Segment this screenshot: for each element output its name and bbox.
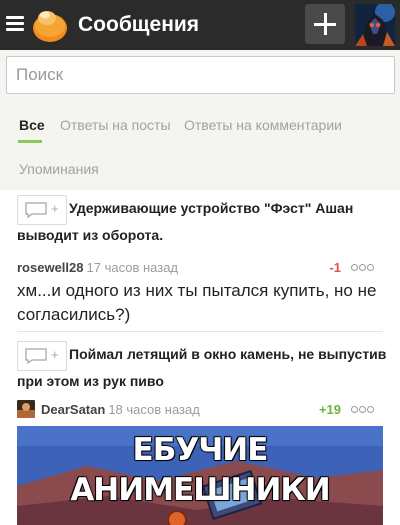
comment-meta: rosewell28 17 часов назад -1 <box>17 258 375 278</box>
post-link[interactable]: + Удерживающие устройство "Фэст" Ашан вы… <box>17 195 387 249</box>
post-title: Поймал летящий в окно камень, не выпусти… <box>17 346 387 389</box>
add-comment-button[interactable]: + <box>17 195 67 225</box>
active-tab-indicator <box>18 140 42 143</box>
comment-rating: +19 <box>318 402 341 417</box>
comment-bubble-icon <box>25 202 47 218</box>
more-options-icon[interactable] <box>351 258 375 278</box>
tab-comment-replies[interactable]: Ответы на комментарии <box>184 115 342 135</box>
comment-meta: DearSatan 18 часов назад +19 <box>17 400 375 420</box>
divider <box>17 331 383 332</box>
comment-time: 17 часов назад <box>86 260 179 275</box>
tab-all[interactable]: Все <box>19 115 45 135</box>
comment-image[interactable]: ЕБУЧИЕ АНИМЕШНИКИ <box>17 426 383 525</box>
more-options-icon[interactable] <box>351 400 375 420</box>
top-bar: Сообщения <box>0 0 400 50</box>
search-input[interactable] <box>6 56 395 94</box>
add-button[interactable] <box>305 4 345 44</box>
meme-caption: ЕБУЧИЕ АНИМЕШНИКИ <box>70 431 332 509</box>
tab-post-replies[interactable]: Ответы на посты <box>60 115 171 135</box>
pikabu-logo[interactable] <box>31 7 69 43</box>
plus-icon: + <box>51 347 59 362</box>
tab-mentions[interactable]: Упоминания <box>19 159 99 179</box>
search-bar <box>0 50 400 102</box>
author-avatar[interactable] <box>17 400 35 418</box>
comment-author[interactable]: rosewell28 <box>17 260 84 275</box>
hamburger-icon[interactable] <box>6 16 24 31</box>
plus-icon: + <box>51 201 59 216</box>
page-title: Сообщения <box>78 13 200 36</box>
comment-time: 18 часов назад <box>108 402 200 417</box>
post-title: Удерживающие устройство "Фэст" Ашан выво… <box>17 200 354 243</box>
comment-rating: -1 <box>329 260 341 275</box>
post-link[interactable]: + Поймал летящий в окно камень, не выпус… <box>17 341 387 395</box>
user-avatar[interactable] <box>355 4 395 46</box>
add-comment-button[interactable]: + <box>17 341 67 371</box>
comment-author[interactable]: DearSatan <box>41 402 105 417</box>
comment-bubble-icon <box>25 348 47 364</box>
comment-text: хм...и одного из них ты пытался купить, … <box>17 281 377 324</box>
